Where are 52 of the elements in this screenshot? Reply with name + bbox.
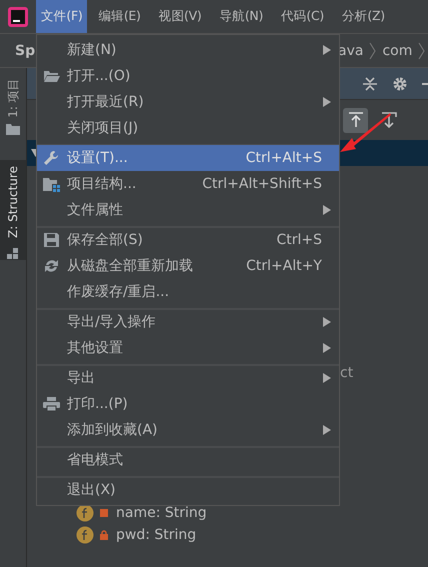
private-icon xyxy=(100,509,108,517)
upload-arrow-icon xyxy=(348,112,364,128)
menu-item[interactable]: 添加到收藏(A) xyxy=(37,417,339,443)
project-name[interactable]: Sp xyxy=(15,42,36,58)
menu-item[interactable]: 作废缓存/重启... xyxy=(37,279,339,305)
chevron-icon xyxy=(418,42,426,60)
collapse-icon xyxy=(362,76,378,92)
lock-icon xyxy=(100,530,108,540)
download-arrow-icon xyxy=(380,112,396,128)
menu-item[interactable]: 打开最近(R) xyxy=(37,89,339,115)
field-icon xyxy=(76,526,94,544)
menu-title[interactable]: 分析(Z) xyxy=(337,0,390,33)
arrow-annotation xyxy=(340,112,392,154)
minimize-icon xyxy=(422,82,428,84)
side-tab[interactable]: 1: 项目 xyxy=(0,70,26,140)
breadcrumb-item[interactable]: ava xyxy=(338,42,364,58)
menu-item[interactable]: 其他设置 xyxy=(37,335,339,361)
save-icon xyxy=(43,232,60,248)
menu-item[interactable]: 项目结构... Ctrl+Alt+Shift+S xyxy=(37,171,339,197)
menu-item[interactable]: 导出 xyxy=(37,365,339,391)
chevron-icon xyxy=(369,42,376,60)
folder-icon xyxy=(6,124,20,134)
side-tab[interactable]: Z: Structure xyxy=(0,160,26,260)
menu-item[interactable]: 打开...(O) xyxy=(37,63,339,89)
menu-title[interactable]: 编辑(E) xyxy=(93,0,146,33)
menu-item[interactable]: 导出/导入操作 xyxy=(37,309,339,335)
menu-title[interactable]: 文件(F) xyxy=(36,0,88,33)
menu-title[interactable]: 视图(V) xyxy=(154,0,206,33)
scroll-from-source-button[interactable] xyxy=(343,108,368,132)
folder-icon xyxy=(43,68,60,84)
wrench-icon xyxy=(43,150,60,166)
folder-grid-icon xyxy=(43,176,60,192)
tree-row[interactable]: pwd: String xyxy=(27,524,428,546)
menu-title[interactable]: 导航(N) xyxy=(214,0,268,33)
menu-item[interactable]: 从磁盘全部重新加载 Ctrl+Alt+Y xyxy=(37,253,339,279)
tree-text: ct xyxy=(340,365,354,381)
breadcrumb-item[interactable]: com xyxy=(382,42,412,58)
settings-icon xyxy=(392,76,408,92)
menu-item[interactable]: 打印...(P) xyxy=(37,391,339,417)
printer-icon xyxy=(43,396,60,412)
menu-item[interactable]: 保存全部(S) Ctrl+S xyxy=(37,227,339,253)
menu-title[interactable]: 代码(C) xyxy=(276,0,330,33)
menu-item[interactable]: 文件属性 xyxy=(37,197,339,223)
menu-item[interactable]: 设置(T)... Ctrl+Alt+S xyxy=(37,145,339,171)
menu-item[interactable]: 新建(N) xyxy=(37,37,339,63)
tree-row[interactable]: name: String xyxy=(27,502,428,524)
blocks-icon xyxy=(7,248,19,260)
menu-item[interactable]: 退出(X) xyxy=(37,477,339,503)
menu-item[interactable]: 关闭项目(J) xyxy=(37,115,339,141)
app-logo-icon xyxy=(8,7,28,27)
refresh-icon xyxy=(43,258,60,274)
menu-item[interactable]: 省电模式 xyxy=(37,447,339,473)
